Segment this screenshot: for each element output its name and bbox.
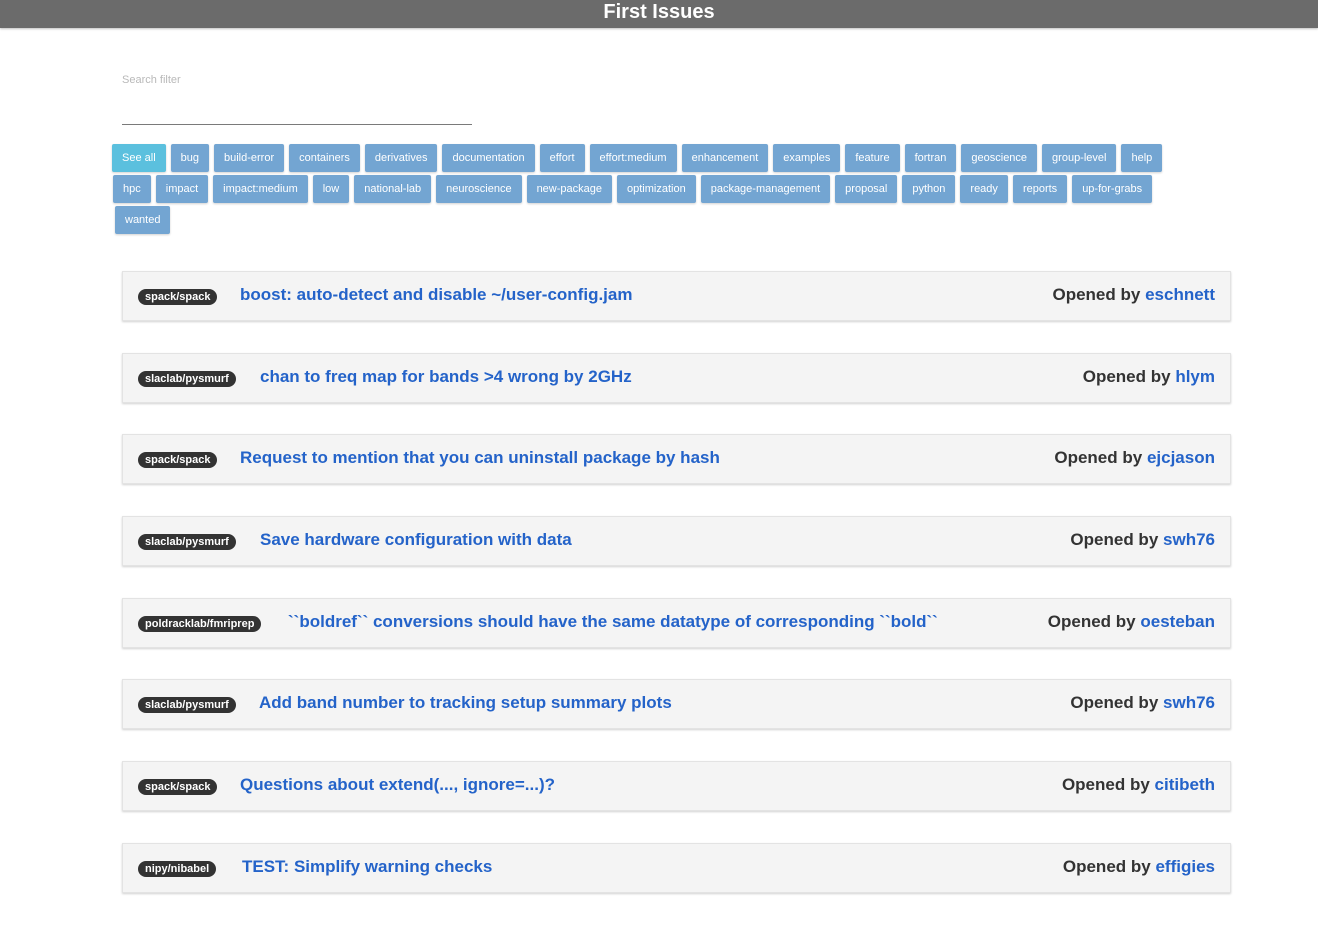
opened-by-label: Opened by xyxy=(1062,856,1151,876)
repo-badge[interactable]: slaclab/pysmurf xyxy=(138,370,236,387)
opened-by: Opened by swh76 xyxy=(1070,693,1215,713)
search-container xyxy=(122,70,472,125)
author-link[interactable]: oesteban xyxy=(1140,612,1215,631)
tag-row: hpc impact impact:medium low national-lab neu… xyxy=(112,175,1192,206)
tag-row: See all bug build-error containers derivativ… xyxy=(112,144,1192,175)
see-all-button[interactable]: See all xyxy=(112,144,166,172)
repo-badge[interactable]: spack/spack xyxy=(138,289,218,305)
repo-badge[interactable]: spack/spack xyxy=(138,452,218,469)
tag-filter-button[interactable]: derivatives xyxy=(364,144,438,172)
tag-filter-button[interactable]: fortran xyxy=(904,144,957,172)
issue-card: spack/spack Request to mention that you c… xyxy=(122,434,1231,485)
tag-filter-button[interactable]: wanted xyxy=(115,206,171,234)
author-link[interactable]: citibeth xyxy=(1155,775,1215,794)
tag-filter-button[interactable]: up-for-grabs xyxy=(1072,175,1153,203)
opened-by: Opened by ejcjason xyxy=(1054,448,1215,468)
issue-card: spack/spack Questions about extend(..., i… xyxy=(122,761,1231,812)
tag-filter-button[interactable]: group-level xyxy=(1042,144,1117,172)
tag-filter-button[interactable]: effort:medium xyxy=(589,144,677,172)
issue-title-link[interactable]: Request to mention that you can uninstal… xyxy=(240,448,720,468)
issue-title-link[interactable]: Add band number to tracking setup summar… xyxy=(259,693,672,713)
issue-card: slaclab/pysmurf chan to freq map for band… xyxy=(122,352,1231,403)
issue-card: spack/spack boost: auto-detect and disabl… xyxy=(122,271,1231,321)
author-link[interactable]: effigies xyxy=(1155,857,1215,876)
tag-filter-button[interactable]: build-error xyxy=(214,144,285,172)
tag-filter-button[interactable]: containers xyxy=(289,144,360,172)
tag-filter-button[interactable]: ready xyxy=(960,175,1008,203)
issue-card: nipy/nibabel TEST: Simplify warning check… xyxy=(122,842,1231,893)
opened-by-label: Opened by xyxy=(1082,366,1171,386)
issue-title-link[interactable]: TEST: Simplify warning checks xyxy=(242,857,492,877)
author-link[interactable]: eschnett xyxy=(1145,285,1215,304)
tag-filter-button[interactable]: help xyxy=(1121,144,1163,172)
tag-filter-button[interactable]: hpc xyxy=(113,175,151,203)
issue-list: spack/spack boost: auto-detect and disabl… xyxy=(122,271,1231,925)
issue-title-link[interactable]: Questions about extend(..., ignore=...)? xyxy=(240,775,555,795)
opened-by-label: Opened by xyxy=(1070,693,1159,713)
tag-filter-button[interactable]: neuroscience xyxy=(436,175,522,203)
tag-filter-button[interactable]: impact:medium xyxy=(213,175,308,203)
tag-filter-button[interactable]: low xyxy=(312,175,350,203)
tag-filter-button[interactable]: proposal xyxy=(835,175,898,203)
opened-by: Opened by eschnett xyxy=(1052,285,1215,305)
tag-filter-button[interactable]: effort xyxy=(539,144,585,172)
tag-filter-button[interactable]: optimization xyxy=(617,175,696,203)
tag-row: wanted xyxy=(112,206,1192,237)
repo-badge[interactable]: slaclab/pysmurf xyxy=(138,697,236,714)
tag-filter-button[interactable]: enhancement xyxy=(681,144,769,172)
issue-card: slaclab/pysmurf Add band number to tracki… xyxy=(122,679,1231,730)
author-link[interactable]: ejcjason xyxy=(1147,448,1215,467)
search-input[interactable] xyxy=(122,74,472,125)
opened-by: Opened by effigies xyxy=(1063,857,1215,877)
opened-by: Opened by hlym xyxy=(1083,367,1215,387)
tag-filter-button[interactable]: examples xyxy=(773,144,841,172)
issue-card: slaclab/pysmurf Save hardware configurati… xyxy=(122,516,1231,567)
opened-by-label: Opened by xyxy=(1054,448,1143,468)
repo-badge[interactable]: nipy/nibabel xyxy=(138,860,217,877)
opened-by-label: Opened by xyxy=(1070,530,1159,550)
tag-filter-bar: See all bug build-error containers derivativ… xyxy=(112,144,1192,237)
opened-by-label: Opened by xyxy=(1052,285,1141,304)
repo-badge[interactable]: slaclab/pysmurf xyxy=(138,534,236,551)
issue-card: poldracklab/fmriprep ``boldref`` conversi… xyxy=(122,597,1231,648)
tag-filter-button[interactable]: new-package xyxy=(526,175,612,203)
opened-by: Opened by citibeth xyxy=(1062,775,1215,795)
opened-by-label: Opened by xyxy=(1047,611,1136,631)
tag-filter-button[interactable]: python xyxy=(902,175,956,203)
issue-title-link[interactable]: ``boldref`` conversions should have the … xyxy=(288,612,938,632)
tag-filter-button[interactable]: package-management xyxy=(700,175,831,203)
tag-filter-button[interactable]: national-lab xyxy=(354,175,432,203)
issue-title-link[interactable]: chan to freq map for bands >4 wrong by 2… xyxy=(260,367,632,387)
app-header: First Issues xyxy=(0,0,1318,28)
author-link[interactable]: hlym xyxy=(1175,367,1215,386)
issue-title-link[interactable]: boost: auto-detect and disable ~/user-co… xyxy=(240,285,632,305)
author-link[interactable]: swh76 xyxy=(1163,693,1215,712)
tag-filter-button[interactable]: bug xyxy=(170,144,209,172)
repo-badge[interactable]: poldracklab/fmriprep xyxy=(138,615,262,632)
issue-title-link[interactable]: Save hardware configuration with data xyxy=(260,530,572,550)
page-title: First Issues xyxy=(603,1,715,23)
tag-filter-button[interactable]: impact xyxy=(155,175,209,203)
opened-by: Opened by swh76 xyxy=(1070,530,1215,550)
tag-filter-button[interactable]: reports xyxy=(1012,175,1068,203)
tag-filter-button[interactable]: feature xyxy=(845,144,900,172)
tag-filter-button[interactable]: documentation xyxy=(442,144,535,172)
author-link[interactable]: swh76 xyxy=(1163,530,1215,549)
opened-by: Opened by oesteban xyxy=(1048,612,1215,632)
opened-by-label: Opened by xyxy=(1061,775,1150,795)
repo-badge[interactable]: spack/spack xyxy=(138,779,218,796)
tag-filter-button[interactable]: geoscience xyxy=(961,144,1038,172)
